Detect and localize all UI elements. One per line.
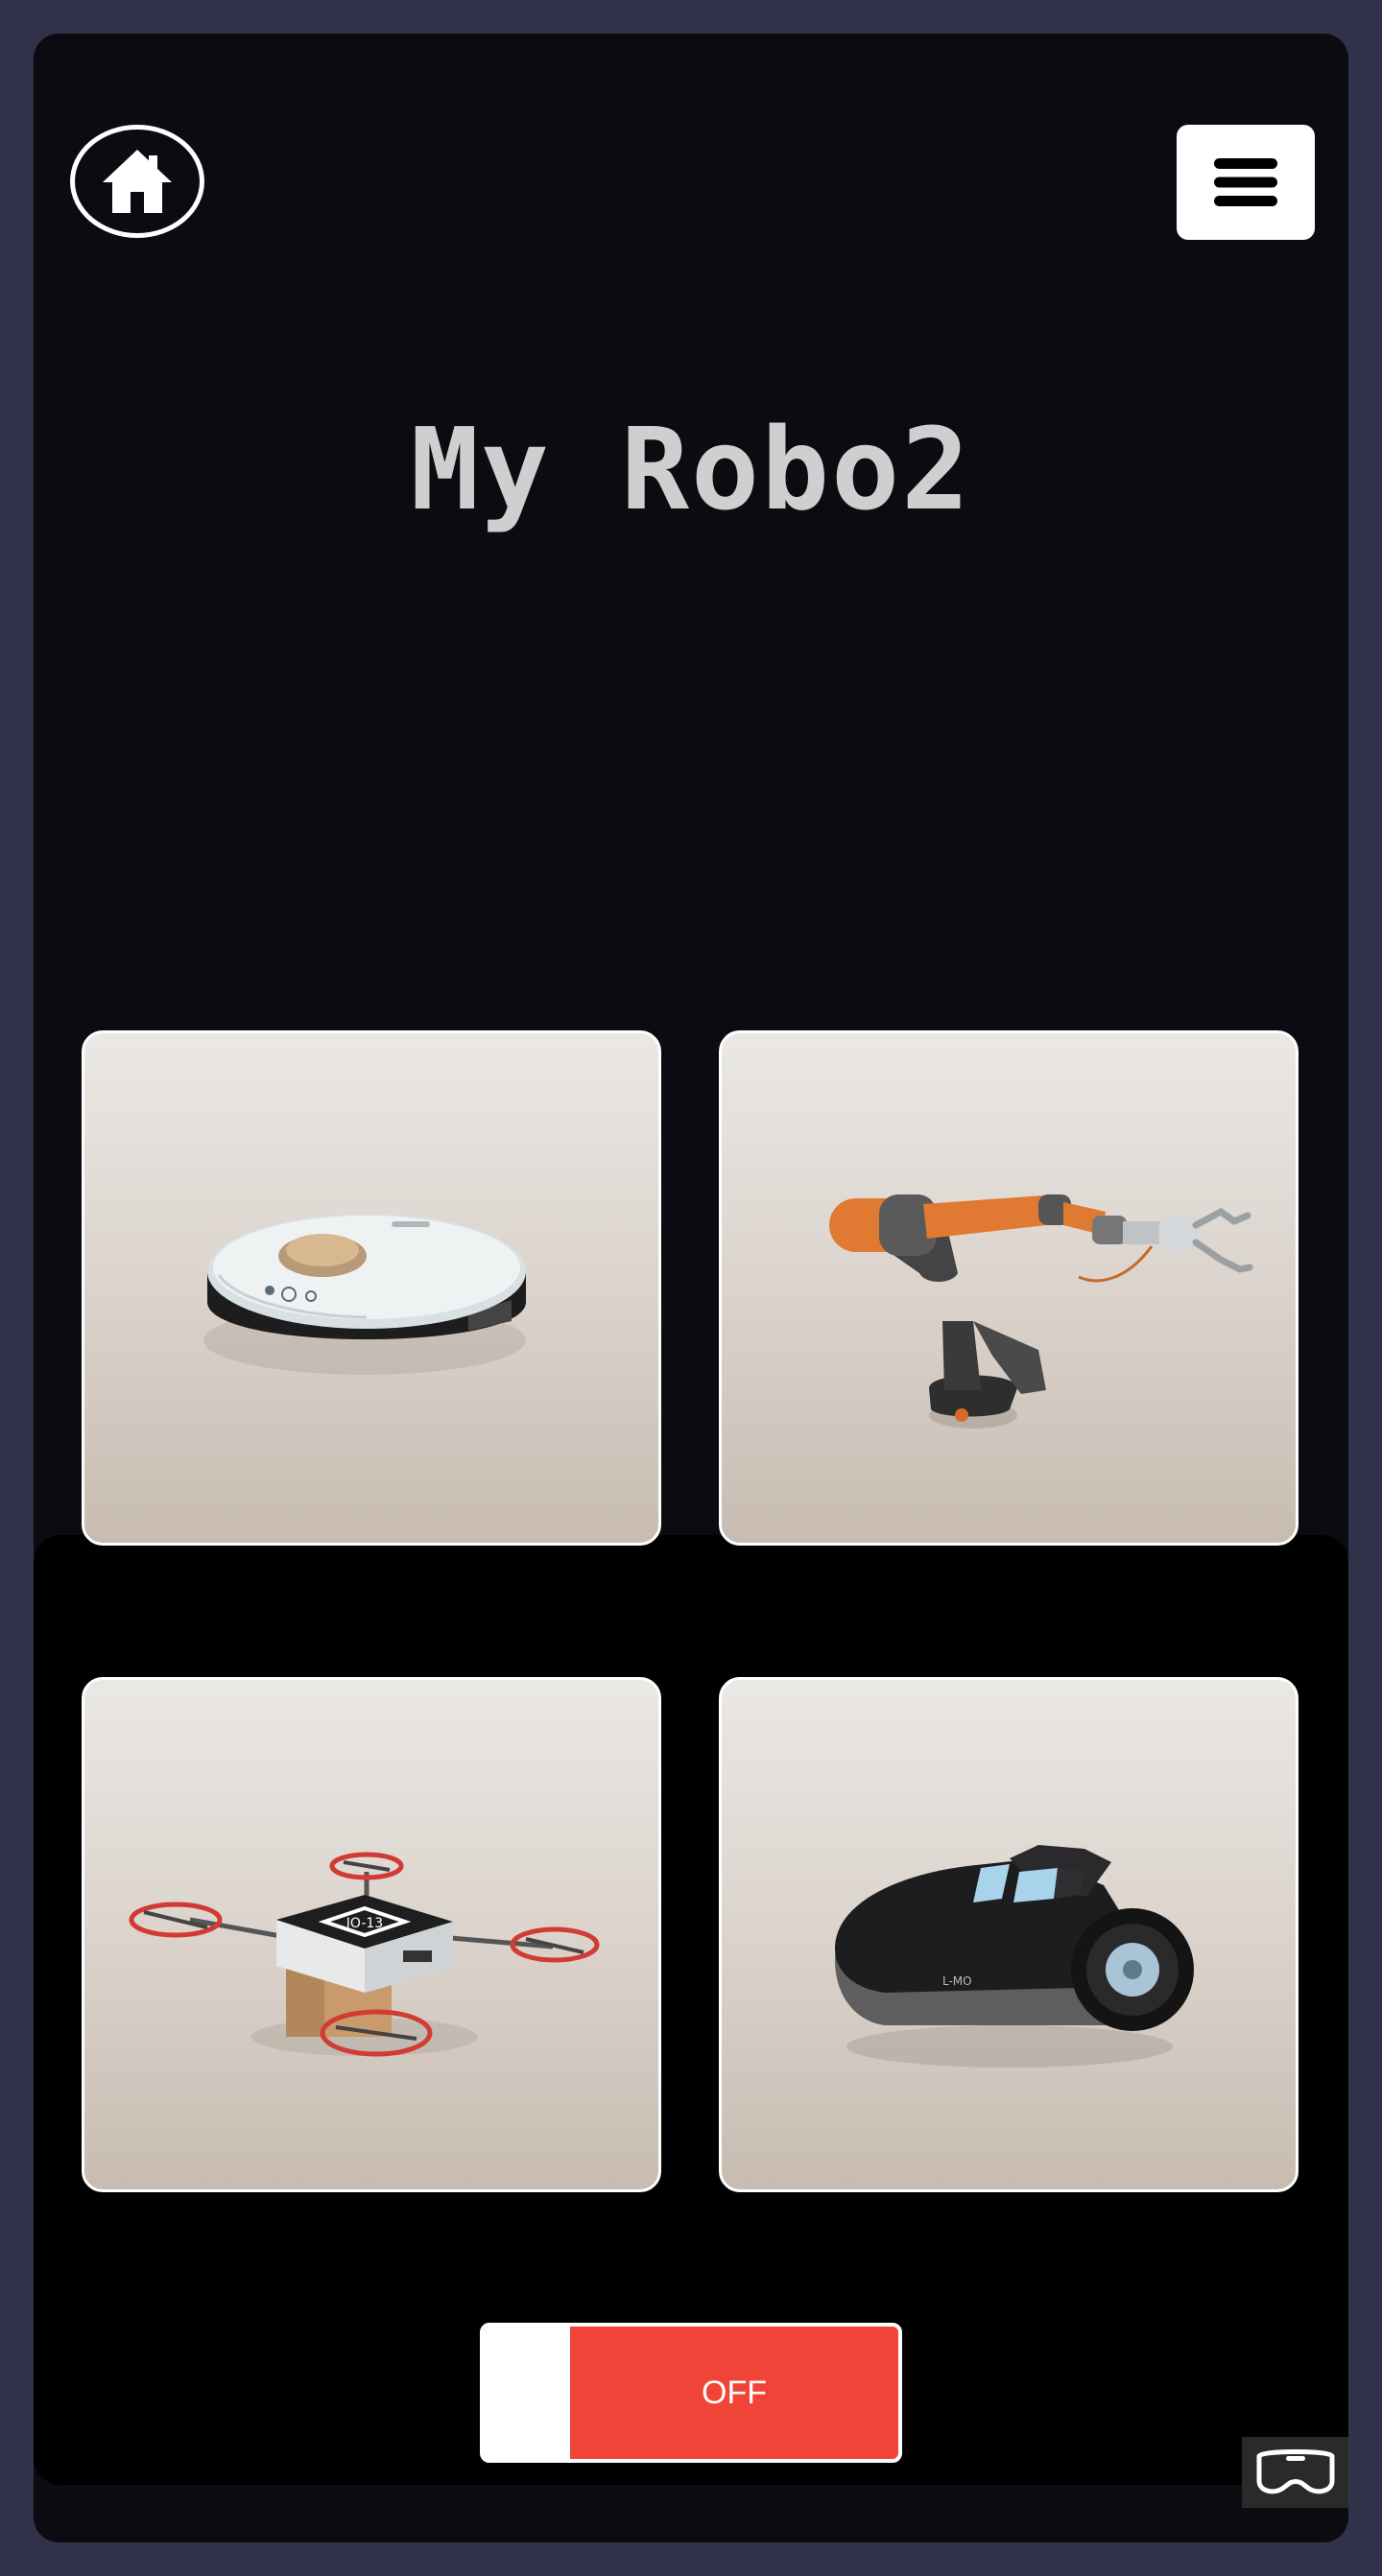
robotic-arm-image [829, 1194, 1253, 1429]
vr-button[interactable] [1242, 2437, 1348, 2508]
vr-headset-icon [1256, 2449, 1334, 2494]
toggle-knob[interactable] [484, 2327, 570, 2459]
hamburger-menu-icon [1214, 158, 1277, 206]
robot-card-vacuum[interactable] [82, 1030, 661, 1546]
svg-text:L-MO: L-MO [942, 1974, 972, 1988]
power-toggle[interactable]: OFF [480, 2323, 902, 2463]
robot-card-drone[interactable]: IO-13 [82, 1677, 661, 2192]
app-frame: My Robo2 IO-13 L-MO OFF [34, 34, 1348, 2542]
menu-button[interactable] [1177, 125, 1315, 240]
delivery-drone-image: IO-13 [129, 1852, 600, 2057]
page-title: My Robo2 [410, 403, 972, 535]
toggle-label: OFF [702, 2375, 767, 2411]
home-icon [103, 150, 172, 213]
home-button[interactable] [70, 125, 204, 238]
robot-lawn-mower-image: L-MO [835, 1845, 1194, 2068]
robot-vacuum-image [203, 1214, 526, 1375]
svg-text:IO-13: IO-13 [346, 1916, 383, 1931]
robot-card-arm[interactable] [719, 1030, 1299, 1546]
robot-card-mower[interactable]: L-MO [719, 1677, 1299, 2192]
